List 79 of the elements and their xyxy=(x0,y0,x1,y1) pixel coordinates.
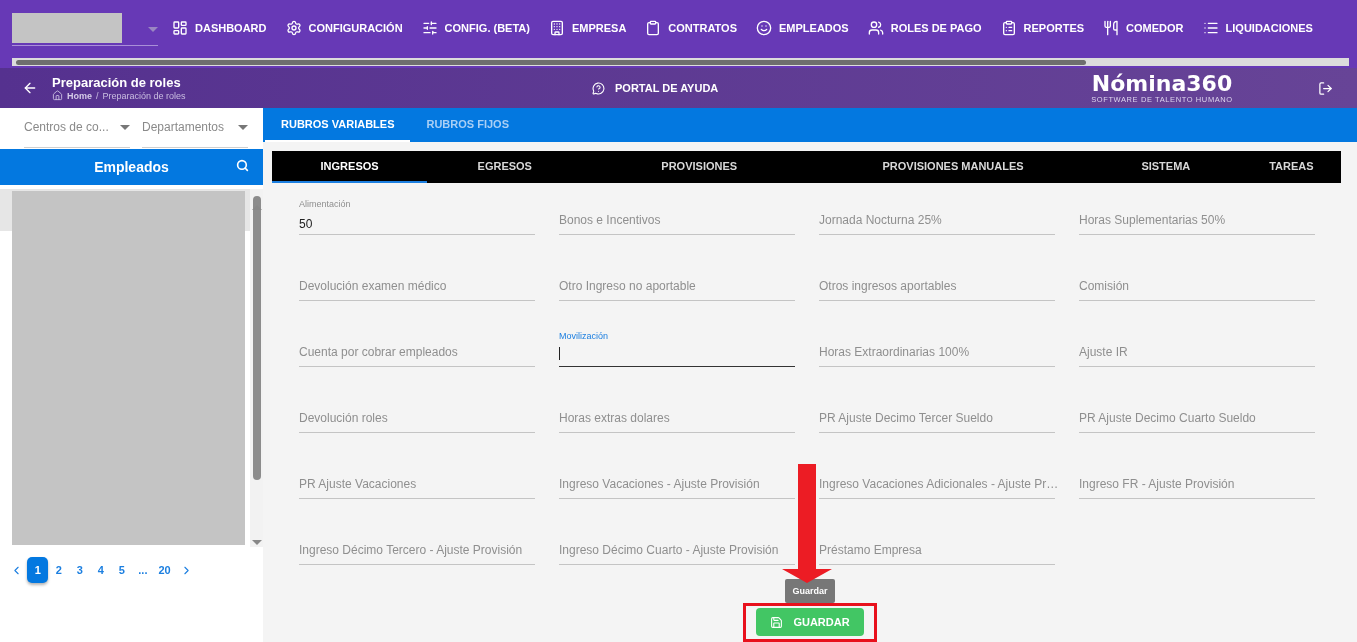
nav-item[interactable]: CONFIG. (BETA) xyxy=(421,20,530,36)
input-field[interactable]: Horas Suplementarias 50% xyxy=(1079,197,1315,235)
face-icon xyxy=(756,20,772,36)
breadcrumb-current: Preparación de roles xyxy=(102,90,186,101)
input-field[interactable]: Ingreso Décimo Cuarto - Ajuste Provisión xyxy=(559,527,795,565)
page-button[interactable]: 3 xyxy=(69,557,91,583)
tab[interactable]: INGRESOS xyxy=(272,151,428,183)
nav-item[interactable]: EMPLEADOS xyxy=(756,20,849,36)
scrollbar[interactable] xyxy=(12,58,1349,66)
input-field[interactable]: Préstamo Empresa xyxy=(819,527,1055,565)
settings-icon xyxy=(285,20,302,36)
clipboard-icon xyxy=(645,20,662,36)
input-field[interactable]: Ingreso Vacaciones - Ajuste Provisión xyxy=(559,461,795,499)
caret-icon xyxy=(148,26,158,32)
nav-item[interactable]: EMPRESA xyxy=(548,20,627,36)
save-icon xyxy=(770,615,784,629)
input-field[interactable]: Comisión xyxy=(1079,263,1315,301)
input-field[interactable]: Horas Extraordinarias 100% xyxy=(819,329,1055,367)
tab[interactable]: RUBROS FIJOS xyxy=(410,108,525,142)
nav-item[interactable]: LIQUIDACIONES xyxy=(1202,20,1313,36)
input-field[interactable]: Alimentación 50 xyxy=(299,197,535,235)
nav-item[interactable]: CONTRATOS xyxy=(645,20,737,36)
nav-item[interactable]: COMEDOR xyxy=(1103,20,1184,36)
page-button[interactable]: 2 xyxy=(48,557,70,583)
input-field[interactable]: Ajuste IR xyxy=(1079,329,1315,367)
input-field[interactable]: Ingreso Vacaciones Adicionales - Ajuste Pr… xyxy=(819,461,1055,499)
company-select[interactable] xyxy=(12,12,158,46)
tab[interactable]: TAREAS xyxy=(1241,151,1341,183)
list-icon xyxy=(1202,20,1219,36)
input-field[interactable]: Movilización xyxy=(559,329,795,367)
logout-icon[interactable] xyxy=(1318,80,1333,96)
tab[interactable]: EGRESOS xyxy=(427,151,583,183)
utensils-icon xyxy=(1103,20,1120,36)
input-field[interactable]: Otros ingresos aportables xyxy=(819,263,1055,301)
input-field[interactable]: Ingreso Décimo Tercero - Ajuste Provisión xyxy=(299,527,535,565)
page-button[interactable]: 20 xyxy=(153,557,176,583)
panel-title: Empleados xyxy=(94,159,169,175)
search-button[interactable] xyxy=(236,159,249,172)
breadcrumb-link[interactable]: Home xyxy=(67,90,92,101)
nav-item[interactable]: ROLES DE PAGO xyxy=(867,20,982,36)
tab[interactable]: PROVISIONES xyxy=(582,151,817,183)
logo: Nómina360 xyxy=(1091,72,1233,95)
filter-select[interactable]: Departamentos xyxy=(142,120,248,148)
home-icon xyxy=(52,90,63,101)
clipboard-list-icon xyxy=(1000,20,1017,36)
page-title: Preparación de roles xyxy=(52,75,182,90)
breadcrumb-separator: / xyxy=(96,90,99,101)
page-button[interactable]: ... xyxy=(132,557,154,583)
nav-item[interactable]: REPORTES xyxy=(1000,20,1085,36)
help-portal-link[interactable]: PORTAL DE AYUDA xyxy=(592,81,1082,95)
nav-item[interactable]: DASHBOARD xyxy=(172,20,267,36)
help-icon xyxy=(592,81,605,95)
input-field[interactable]: Devolución roles xyxy=(299,395,535,433)
save-button[interactable]: GUARDAR xyxy=(756,608,864,636)
input-field[interactable]: PR Ajuste Decimo Cuarto Sueldo xyxy=(1079,395,1315,433)
filter-select[interactable]: Centros de co... xyxy=(24,120,130,148)
input-field[interactable]: Jornada Nocturna 25% xyxy=(819,197,1055,235)
scrollbar[interactable] xyxy=(250,189,263,547)
tab[interactable]: SISTEMA xyxy=(1090,151,1242,183)
tab[interactable]: PROVISIONES MANUALES xyxy=(816,151,1090,183)
input-field[interactable]: Ingreso FR - Ajuste Provisión xyxy=(1079,461,1315,499)
tooltip: Guardar xyxy=(785,579,835,603)
dashboard-icon xyxy=(172,20,188,36)
nav-item[interactable]: CONFIGURACIÓN xyxy=(285,20,403,36)
input-field[interactable]: PR Ajuste Vacaciones xyxy=(299,461,535,499)
building-icon xyxy=(548,20,565,36)
input-field[interactable]: Cuenta por cobrar empleados xyxy=(299,329,535,367)
tab[interactable]: RUBROS VARIABLES xyxy=(265,108,411,142)
field-value[interactable]: 50 xyxy=(299,217,535,231)
sliders-icon xyxy=(421,20,438,36)
input-field[interactable]: Bonos e Incentivos xyxy=(559,197,795,235)
input-field[interactable]: Otro Ingreso no aportable xyxy=(559,263,795,301)
input-field[interactable]: PR Ajuste Decimo Tercer Sueldo xyxy=(819,395,1055,433)
page-button[interactable]: 4 xyxy=(90,557,112,583)
users-icon xyxy=(867,20,884,36)
input-field[interactable]: Devolución examen médico xyxy=(299,263,535,301)
input-field[interactable]: Horas extras dolares xyxy=(559,395,795,433)
page-button[interactable]: 1 xyxy=(27,557,49,583)
page-button[interactable]: 5 xyxy=(111,557,133,583)
